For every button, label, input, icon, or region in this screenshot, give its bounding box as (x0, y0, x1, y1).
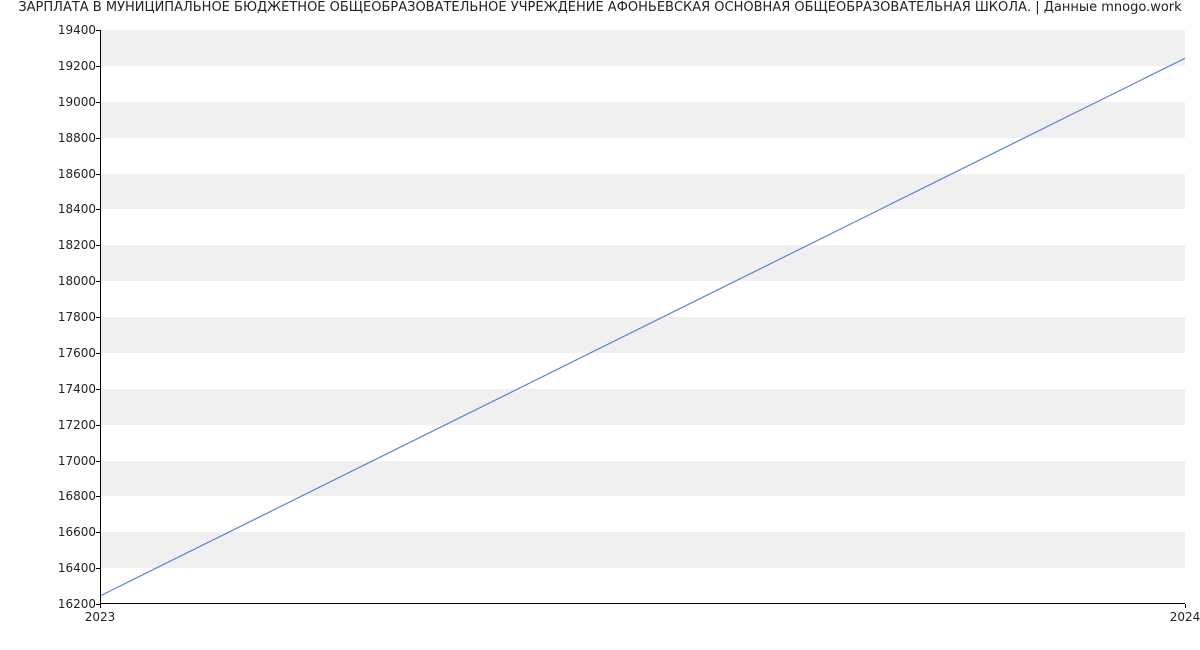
y-tick-mark (96, 30, 100, 31)
y-tick-label: 17000 (36, 454, 96, 468)
y-tick-mark (96, 66, 100, 67)
y-tick-mark (96, 496, 100, 497)
y-tick-label: 16800 (36, 489, 96, 503)
y-tick-mark (96, 461, 100, 462)
y-tick-mark (96, 532, 100, 533)
y-tick-label: 18600 (36, 167, 96, 181)
y-tick-mark (96, 317, 100, 318)
y-tick-label: 18000 (36, 274, 96, 288)
x-tick-mark (1185, 604, 1186, 608)
series-line (101, 58, 1185, 595)
y-tick-label: 17200 (36, 418, 96, 432)
chart-container: ЗАРПЛАТА В МУНИЦИПАЛЬНОЕ БЮДЖЕТНОЕ ОБЩЕО… (0, 0, 1200, 650)
y-tick-label: 19200 (36, 59, 96, 73)
y-tick-label: 17400 (36, 382, 96, 396)
x-tick-label: 2023 (85, 610, 116, 624)
y-tick-mark (96, 245, 100, 246)
y-tick-mark (96, 281, 100, 282)
y-tick-label: 17800 (36, 310, 96, 324)
y-tick-mark (96, 138, 100, 139)
y-tick-mark (96, 425, 100, 426)
line-layer (101, 30, 1185, 603)
y-tick-mark (96, 209, 100, 210)
y-tick-label: 19000 (36, 95, 96, 109)
x-tick-label: 2024 (1170, 610, 1200, 624)
y-tick-mark (96, 389, 100, 390)
y-tick-label: 19400 (36, 23, 96, 37)
y-tick-label: 18200 (36, 238, 96, 252)
y-tick-mark (96, 174, 100, 175)
y-tick-mark (96, 102, 100, 103)
y-tick-mark (96, 568, 100, 569)
chart-title: ЗАРПЛАТА В МУНИЦИПАЛЬНОЕ БЮДЖЕТНОЕ ОБЩЕО… (0, 0, 1200, 15)
y-tick-label: 16200 (36, 597, 96, 611)
y-tick-label: 18400 (36, 202, 96, 216)
y-tick-mark (96, 353, 100, 354)
y-tick-label: 18800 (36, 131, 96, 145)
y-tick-label: 17600 (36, 346, 96, 360)
plot-area (100, 30, 1185, 604)
y-tick-label: 16600 (36, 525, 96, 539)
y-tick-label: 16400 (36, 561, 96, 575)
x-tick-mark (100, 604, 101, 608)
